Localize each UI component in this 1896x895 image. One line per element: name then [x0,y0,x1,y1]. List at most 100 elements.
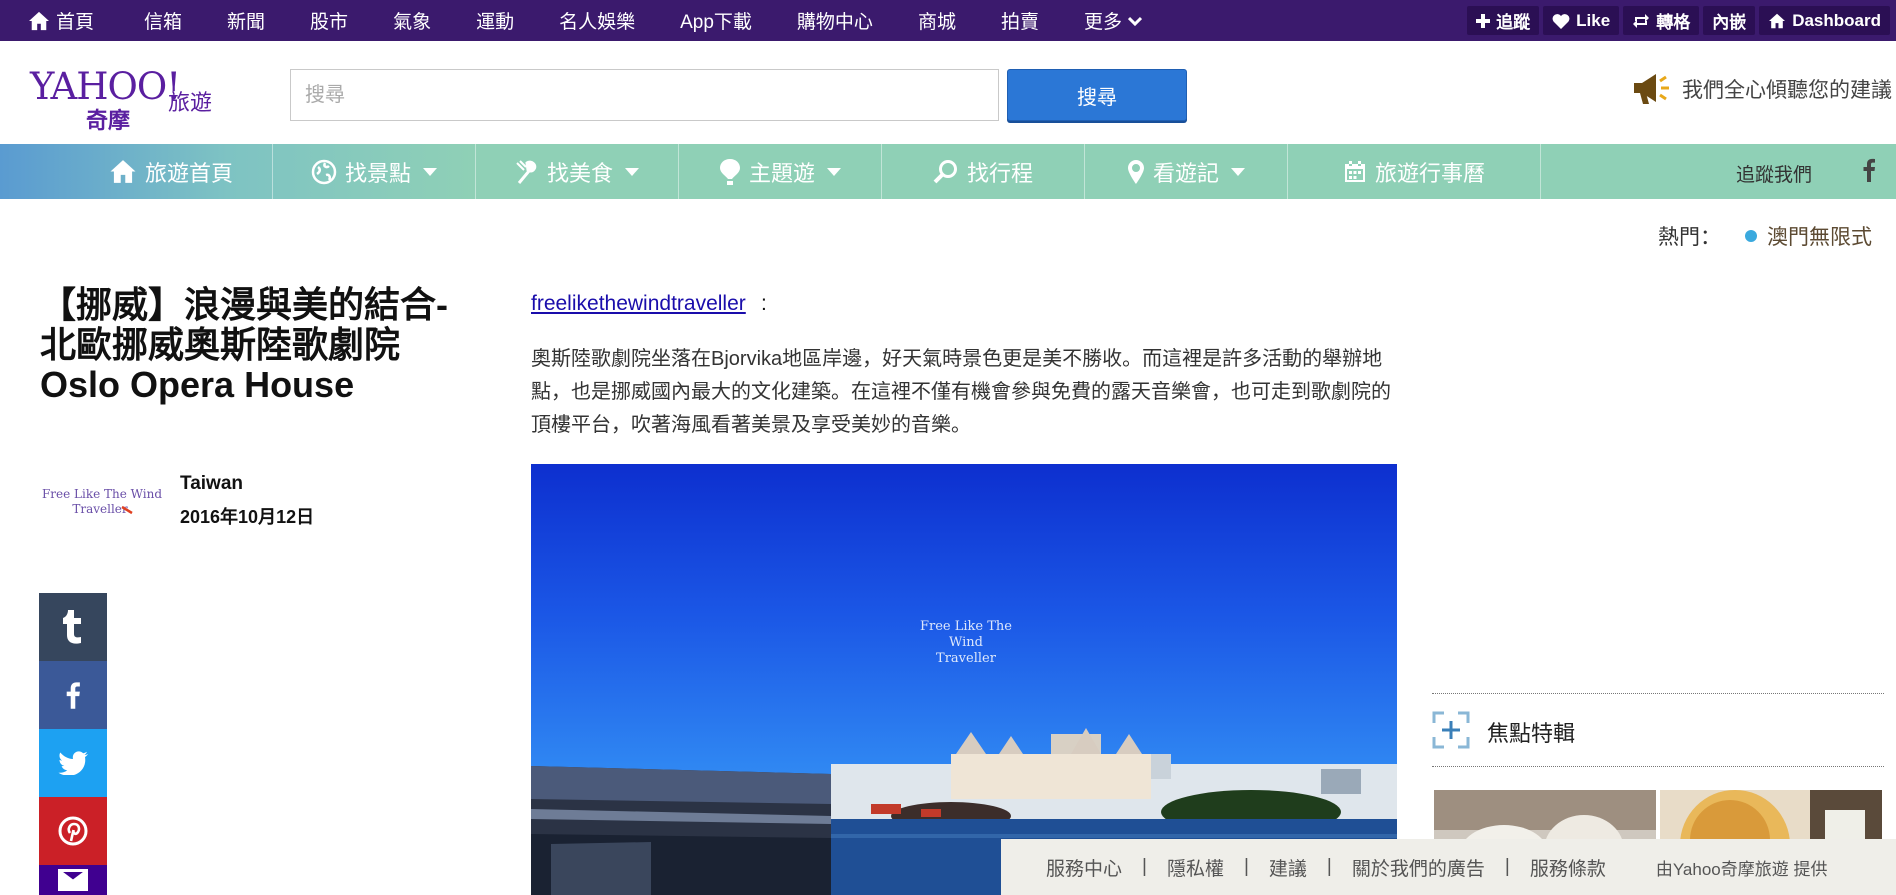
article-body: 奧斯陸歌劇院坐落在Bjorvika地區岸邊，好天氣時景色更是美不勝收。而這裡是許… [531,348,1391,436]
nav-find-food[interactable]: 找美食 [476,144,679,199]
chevron-down-icon [1127,16,1142,26]
calendar-icon [1344,160,1365,182]
topnav-sports[interactable]: 運動 [476,7,514,34]
nav-find-itinerary[interactable]: 找行程 [882,144,1085,199]
photo-watermark-line1: Free Like The Wind [920,619,1012,650]
facebook-icon[interactable] [1862,158,1876,182]
nav-travel-home[interactable]: 旅遊首頁 [70,144,273,199]
author-logo-line1: Free Like The Wind [42,487,162,501]
footer-privacy[interactable]: 隱私權 [1167,854,1224,881]
topnav-more[interactable]: 更多 [1084,7,1142,34]
search-button[interactable]: 搜尋 [1007,69,1187,121]
like-button-label: Like [1576,10,1611,30]
bullet-dot-icon [1745,230,1757,242]
follow-button[interactable]: 追蹤 [1467,6,1540,35]
hot-topics: 熱門： 澳門無限式 [1658,221,1872,251]
nav-theme-trips-label: 主題遊 [748,160,815,186]
topnav-home-label: 首頁 [56,12,95,33]
topnav-app-download[interactable]: App下載 [680,7,752,34]
tumblr-icon [63,610,81,644]
nav-find-itinerary-label: 找行程 [966,160,1033,186]
footer-feedback[interactable]: 建議 [1269,854,1307,881]
heart-icon [1552,13,1570,29]
topnav-celebrity[interactable]: 名人娛樂 [559,7,635,34]
topnav-home[interactable]: 首頁 [28,7,94,34]
source-blog-link[interactable]: freelikethewindtraveller [531,292,746,316]
nav-theme-trips[interactable]: 主題遊 [679,144,882,199]
share-tumblr-button[interactable] [39,593,107,661]
yahoo-top-bar: 首頁 信箱 新聞 股市 氣象 運動 名人娛樂 App下載 購物中心 商城 拍賣 … [0,0,1896,41]
focus-feature-title: 焦點特輯 [1487,721,1576,746]
embed-button[interactable]: 內嵌 [1703,6,1756,35]
topnav-auction[interactable]: 拍賣 [1001,7,1039,34]
search-input[interactable] [290,69,999,121]
photo-watermark-line2: Traveller [936,651,996,666]
twitter-icon [58,751,88,775]
author-avatar[interactable]: Free Like The Wind Traveller [42,470,162,530]
site-header: YAHOO! 奇摩 旅遊 搜尋 我們全心傾聽您的建議 [0,41,1896,144]
dashboard-button[interactable]: Dashboard [1759,6,1890,35]
share-pinterest-button[interactable] [39,797,107,865]
topnav-mall[interactable]: 商城 [918,7,956,34]
home-icon [29,11,49,30]
dropdown-caret-icon [423,167,437,176]
nav-find-attractions-label: 找景點 [344,160,411,186]
topnav-weather[interactable]: 氣象 [393,7,431,34]
share-facebook-button[interactable] [39,661,107,729]
megaphone-icon [1634,74,1669,104]
travel-nav: 旅遊首頁 找景點 找美食 主題遊 找行程 看遊記 旅遊行事曆 追蹤我們 [0,144,1896,199]
facebook-icon [66,682,80,709]
article-title: 【挪威】浪漫與美的結合-北歐挪威奧斯陸歌劇院 Oslo Opera House [40,284,448,405]
topnav-mail[interactable]: 信箱 [144,7,182,34]
search-icon [933,159,957,183]
tumblr-controls: 追蹤 Like 轉格 內嵌 Dashboard [1467,6,1890,35]
plus-icon [1476,13,1491,28]
footer-credit: 由Yahoo奇摩旅遊 提供 [1655,859,1828,879]
yahoo-travel-logo[interactable]: YAHOO! 奇摩 旅遊 [30,65,230,135]
nav-find-food-label: 找美食 [546,160,613,186]
nav-travel-home-label: 旅遊首頁 [144,160,233,186]
dropdown-caret-icon [625,167,639,176]
dropdown-caret-icon [1231,167,1245,176]
embed-button-label: 內嵌 [1712,13,1747,32]
feedback-text: 我們全心傾聽您的建議 [1682,79,1892,102]
post-date: 2016年10月12日 [180,507,315,527]
topnav-news[interactable]: 新聞 [227,7,265,34]
focus-plus-icon [1432,711,1470,749]
nav-travel-calendar[interactable]: 旅遊行事曆 [1288,144,1541,199]
yahoo-global-nav: 首頁 信箱 新聞 股市 氣象 運動 名人娛樂 App下載 購物中心 商城 拍賣 … [0,0,1142,41]
share-email-button[interactable] [39,865,107,895]
sidebar-divider [1432,693,1884,694]
like-button[interactable]: Like [1543,6,1620,35]
author-name[interactable]: Taiwan [180,473,243,495]
topnav-more-label: 更多 [1083,12,1122,33]
hot-topic-link[interactable]: 澳門無限式 [1767,221,1872,251]
dashboard-button-label: Dashboard [1792,10,1881,30]
reblog-button-label: 轉格 [1656,13,1691,32]
utensils-icon [516,159,537,184]
photo-watermark: Free Like The Wind Traveller [911,619,1021,667]
logo-section: 旅遊 [168,90,213,115]
hot-label: 熱門： [1658,226,1721,249]
dropdown-caret-icon [827,167,841,176]
reblog-icon [1633,13,1650,28]
topnav-stocks[interactable]: 股市 [310,7,348,34]
topnav-shopping[interactable]: 購物中心 [797,7,873,34]
follow-button-label: 追蹤 [1496,13,1531,32]
author-logo-line2: Traveller [72,502,128,516]
footer-terms[interactable]: 服務條款 [1530,854,1606,881]
feedback-link[interactable]: 我們全心傾聽您的建議 [1632,71,1892,107]
home-icon [110,160,136,183]
nav-find-attractions[interactable]: 找景點 [273,144,476,199]
map-pin-icon [1127,159,1144,184]
globe-icon [311,159,337,184]
footer-help-center[interactable]: 服務中心 [1046,854,1122,881]
nav-travelogues[interactable]: 看遊記 [1085,144,1288,199]
footer-separator: | [1142,856,1147,877]
hot-air-balloon-icon [719,158,740,185]
opera-house-scene [531,728,1397,895]
share-twitter-button[interactable] [39,729,107,797]
article-photo[interactable]: Free Like The Wind Traveller [531,464,1397,895]
footer-about-ads[interactable]: 關於我們的廣告 [1352,854,1485,881]
reblog-button[interactable]: 轉格 [1623,6,1700,35]
